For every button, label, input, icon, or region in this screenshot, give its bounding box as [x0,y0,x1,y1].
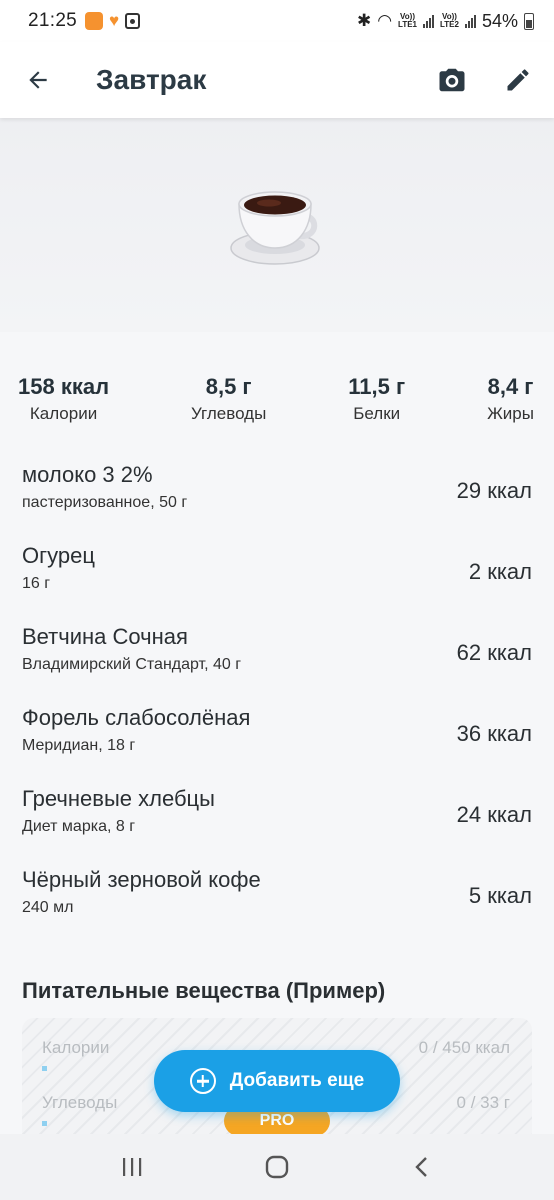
macro-value: 11,5 г [348,374,406,399]
wifi-icon: ◠ [377,11,393,30]
food-name: Огурец [22,543,95,568]
recent-apps-icon [123,1158,142,1176]
system-nav-bar [0,1134,554,1200]
meal-content: 158 ккал Калории 8,5 г Углеводы 11,5 г Б… [0,332,554,1134]
macro-fat: 8,4 г Жиры [487,374,534,424]
status-bar: 21:25 ♥ ✱ ◠ Vo)) LTE1 Vo)) LTE2 54% [0,0,554,42]
nutrients-title: Питательные вещества (Пример) [22,978,386,1003]
food-detail: Меридиан, 18 г [22,737,136,754]
add-more-label: Добавить еще [229,1070,365,1091]
bluetooth-icon: ✱ [356,11,372,30]
food-item[interactable]: молоко 3 2% пастеризованное, 50 г 29 ккал [0,456,554,537]
macro-calories: 158 ккал Калории [18,374,109,424]
app-bar: Завтрак [0,42,554,118]
food-name: молоко 3 2% [22,462,153,487]
food-detail: Владимирский Стандарт, 40 г [22,656,242,673]
food-detail: Диет марка, 8 г [22,818,136,835]
food-item[interactable]: Огурец 16 г 2 ккал [0,537,554,618]
macro-value: 158 ккал [18,374,110,399]
food-kcal: 2 ккал [468,559,532,584]
volte-sim1: Vo)) LTE1 [398,12,417,29]
add-more-button[interactable]: Добавить еще [154,1050,400,1112]
camera-icon [439,68,465,92]
battery-icon [524,12,534,30]
home-icon [265,1155,289,1179]
nutrient-value: 0 / 33 г [456,1093,510,1112]
nutrient-label: Углеводы [42,1093,118,1112]
food-list: молоко 3 2% пастеризованное, 50 г 29 ккал… [0,456,554,942]
back-button[interactable] [0,42,76,118]
media-notification-icon [125,13,141,29]
food-kcal: 5 ккал [468,883,532,908]
app-notification-icon [85,12,104,30]
food-kcal: 29 ккал [456,478,532,503]
arrow-left-icon [29,71,47,89]
pencil-icon [507,69,529,91]
food-name: Гречневые хлебцы [22,786,215,811]
nutrient-label: Калории [42,1038,110,1057]
macro-label: Углеводы [191,404,267,423]
battery-percent: 54% [481,10,518,31]
add-circle-icon [189,1068,216,1094]
back-nav-button[interactable] [392,1142,452,1192]
chevron-left-icon [414,1157,427,1177]
food-item[interactable]: Форель слабосолёная Меридиан, 18 г 36 кка… [0,699,554,780]
recent-apps-button[interactable] [102,1142,162,1192]
food-item[interactable]: Гречневые хлебцы Диет марка, 8 г 24 ккал [0,780,554,861]
macro-protein: 11,5 г Белки [348,374,405,424]
food-kcal: 62 ккал [456,640,532,665]
home-button[interactable] [247,1142,307,1192]
macro-label: Белки [353,404,401,423]
macro-carbs: 8,5 г Углеводы [191,374,266,424]
food-kcal: 24 ккал [456,802,532,827]
status-time: 21:25 [28,10,78,31]
edit-button[interactable] [500,62,536,98]
food-item[interactable]: Ветчина Сочная Владимирский Стандарт, 40 … [0,618,554,699]
signal-sim2-icon [464,14,476,28]
camera-button[interactable] [434,62,470,98]
coffee-cup-icon [230,191,320,265]
macro-value: 8,5 г [205,374,252,399]
status-right: ✱ ◠ Vo)) LTE1 Vo)) LTE2 54% [357,11,534,32]
food-detail: пастеризованное, 50 г [22,494,188,511]
volte-sim2: Vo)) LTE2 [440,12,459,29]
meal-image [0,118,554,332]
macro-label: Жиры [487,404,534,423]
food-kcal: 36 ккал [456,721,532,746]
appbar-actions [434,62,554,98]
food-name: Чёрный зерновой кофе [22,867,261,892]
page-title: Завтрак [96,64,207,95]
heart-notification-icon: ♥ [109,11,120,30]
food-name: Форель слабосолёная [22,705,251,730]
nutrient-progress-bar [42,1121,47,1126]
macro-label: Калории [29,404,98,423]
food-detail: 240 мл [22,899,74,916]
notification-icons: ♥ [85,11,141,30]
signal-sim1-icon [423,14,434,28]
nutrient-progress-bar [42,1066,47,1071]
food-detail: 16 г [22,575,51,592]
macros-summary: 158 ккал Калории 8,5 г Углеводы 11,5 г Б… [0,374,554,424]
food-name: Ветчина Сочная [22,624,188,649]
food-item[interactable]: Чёрный зерновой кофе 240 мл 5 ккал [0,861,554,942]
macro-value: 8,4 г [487,374,534,399]
nutrient-value: 0 / 450 ккал [418,1038,510,1057]
